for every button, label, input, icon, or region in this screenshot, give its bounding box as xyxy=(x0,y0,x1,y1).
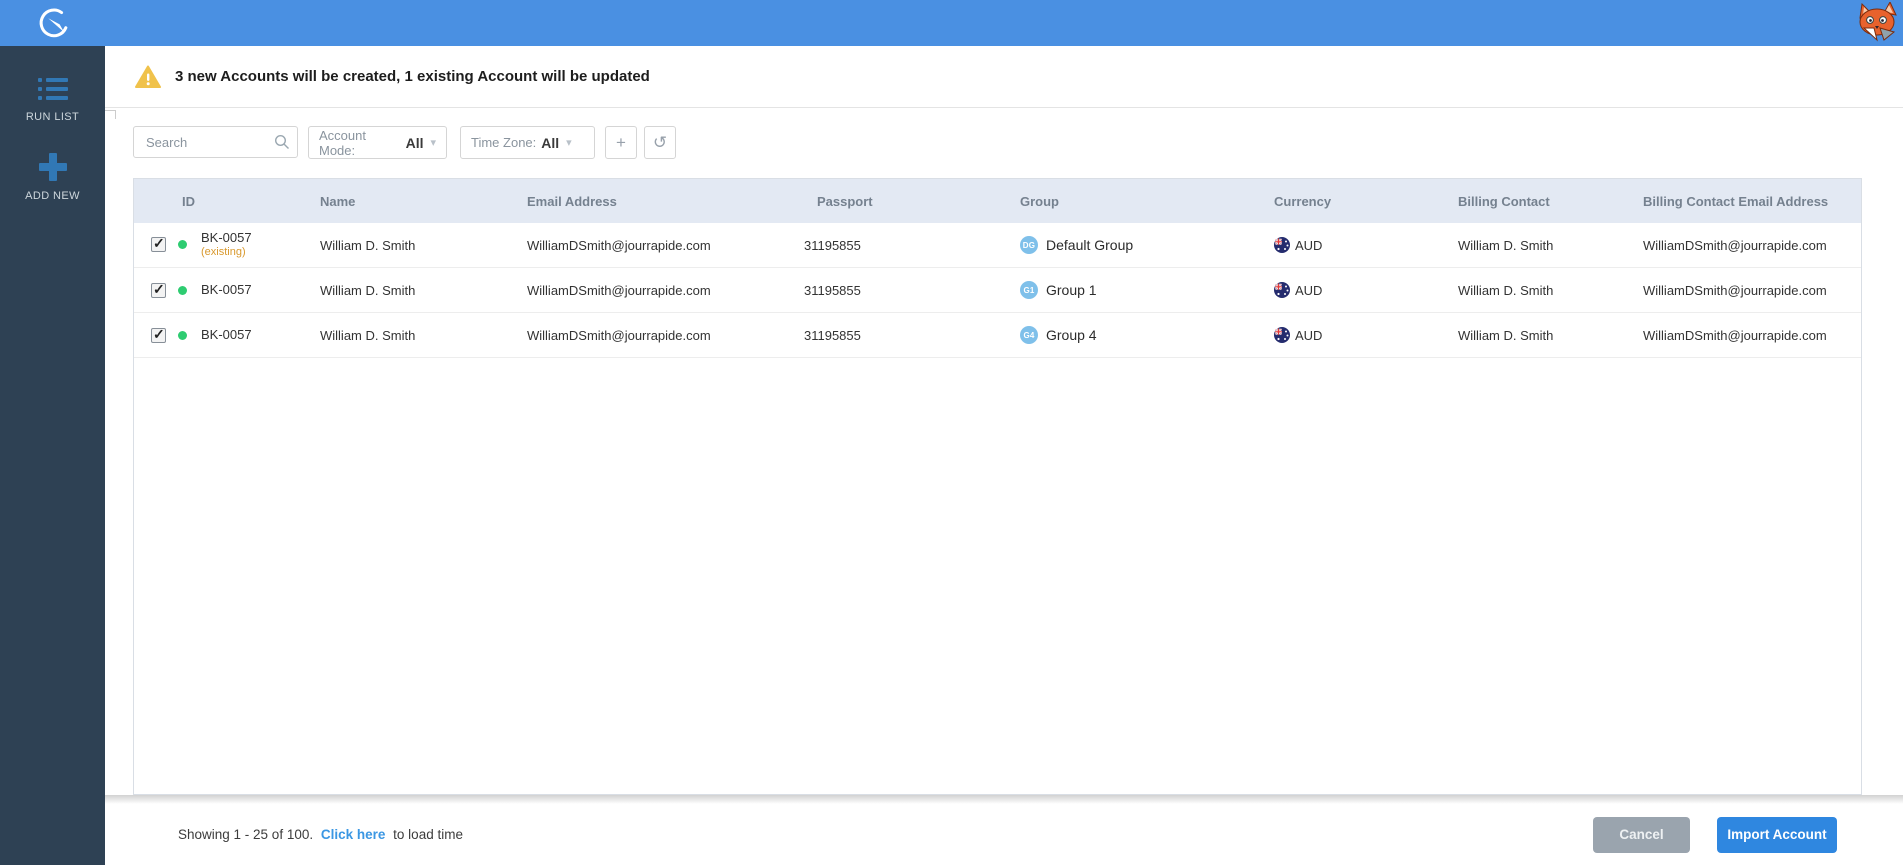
app-logo[interactable] xyxy=(0,0,105,46)
warning-bar: 3 new Accounts will be created, 1 existi… xyxy=(105,46,1903,108)
account-passport: 31195855 xyxy=(804,237,861,253)
column-header-currency: Currency xyxy=(1274,193,1332,209)
pagination-status: Showing 1 - 25 of 100. Click here to loa… xyxy=(178,827,463,842)
search-field-wrap xyxy=(133,126,298,158)
accounts-table: ID Name Email Address Passport Group Cur… xyxy=(133,178,1862,795)
account-email: WilliamDSmith@jourrapide.com xyxy=(527,237,711,253)
sidebar-item-run-list[interactable]: RUN LIST xyxy=(0,76,105,123)
status-dot-green xyxy=(178,330,187,340)
australia-flag-icon xyxy=(1274,282,1290,298)
sidebar: RUN LIST ADD NEW xyxy=(0,0,105,865)
group-badge: DG xyxy=(1020,236,1038,254)
time-zone-value: All xyxy=(541,134,560,151)
app-logo-icon xyxy=(39,8,67,38)
run-list-icon xyxy=(37,76,68,102)
panel-corner-divider xyxy=(105,110,116,119)
warning-message: 3 new Accounts will be created, 1 existi… xyxy=(175,68,650,85)
account-email: WilliamDSmith@jourrapide.com xyxy=(527,327,711,343)
filter-toolbar: Account Mode: All ▾ Time Zone: All ▾ + ↺ xyxy=(133,126,683,160)
reset-filters-button[interactable]: ↺ xyxy=(644,126,676,159)
group-badge: G1 xyxy=(1020,281,1038,299)
footer-top-shadow xyxy=(105,795,1903,804)
billing-contact-email: WilliamDSmith@jourrapide.com xyxy=(1643,327,1827,343)
account-id: BK-0057 xyxy=(201,281,252,297)
currency-code: AUD xyxy=(1295,327,1323,343)
account-name: William D. Smith xyxy=(320,282,416,298)
showing-text: Showing 1 - 25 of 100. xyxy=(178,827,314,842)
account-name: William D. Smith xyxy=(320,327,416,343)
status-dot-green xyxy=(178,240,187,250)
account-passport: 31195855 xyxy=(804,282,861,298)
account-id-note: (existing) xyxy=(201,246,246,259)
account-id: BK-0057 xyxy=(201,326,252,342)
account-email: WilliamDSmith@jourrapide.com xyxy=(527,282,711,298)
account-passport: 31195855 xyxy=(804,327,861,343)
row-checkbox[interactable] xyxy=(151,235,166,253)
account-mode-dropdown[interactable]: Account Mode: All ▾ xyxy=(308,126,447,159)
time-zone-dropdown[interactable]: Time Zone: All ▾ xyxy=(460,126,595,159)
column-header-billing-email: Billing Contact Email Address xyxy=(1643,193,1829,209)
account-mode-label: Account Mode: xyxy=(319,127,366,158)
table-body: BK-0057 (existing) William D. Smith Will… xyxy=(134,223,1861,358)
plus-icon: + xyxy=(616,132,626,152)
billing-contact-email: WilliamDSmith@jourrapide.com xyxy=(1643,282,1827,298)
column-header-billing-contact: Billing Contact xyxy=(1458,193,1550,209)
table-row: BK-0057 (existing) William D. Smith Will… xyxy=(134,223,1861,268)
magnifier-icon xyxy=(274,134,289,149)
table-row: BK-0057 William D. Smith WilliamDSmith@j… xyxy=(134,313,1861,358)
account-name: William D. Smith xyxy=(320,237,416,253)
chevron-down-icon: ▾ xyxy=(566,137,572,149)
chevron-down-icon: ▾ xyxy=(430,137,436,149)
australia-flag-icon xyxy=(1274,237,1290,253)
footer-bar: Showing 1 - 25 of 100. Click here to loa… xyxy=(105,795,1903,865)
table-row: BK-0057 William D. Smith WilliamDSmith@j… xyxy=(134,268,1861,313)
billing-contact: William D. Smith xyxy=(1458,237,1554,253)
sidebar-item-label: ADD NEW xyxy=(25,190,80,202)
reset-icon: ↺ xyxy=(652,132,668,152)
account-mode-value: All xyxy=(405,134,424,151)
column-header-name: Name xyxy=(320,193,356,209)
currency-code: AUD xyxy=(1295,282,1323,298)
import-account-button[interactable]: Import Account xyxy=(1717,816,1837,853)
billing-contact: William D. Smith xyxy=(1458,282,1554,298)
sidebar-item-label: RUN LIST xyxy=(25,111,80,123)
australia-flag-icon xyxy=(1274,327,1290,343)
warning-triangle-icon xyxy=(135,65,161,88)
billing-contact: William D. Smith xyxy=(1458,327,1554,343)
row-checkbox[interactable] xyxy=(151,281,166,298)
top-bar xyxy=(0,0,1903,46)
column-header-passport: Passport xyxy=(817,193,873,209)
fox-mascot-image xyxy=(1859,2,1897,42)
group-name: Default Group xyxy=(1046,237,1134,253)
load-time-suffix: to load time xyxy=(393,827,463,842)
group-badge: G4 xyxy=(1020,326,1038,344)
group-name: Group 1 xyxy=(1046,282,1097,298)
time-zone-label: Time Zone: xyxy=(471,135,537,150)
load-time-link[interactable]: Click here xyxy=(321,827,386,842)
column-header-id: ID xyxy=(182,193,195,209)
row-checkbox[interactable] xyxy=(151,326,166,343)
add-filter-button[interactable]: + xyxy=(605,126,637,159)
currency-code: AUD xyxy=(1295,237,1323,253)
add-new-plus-icon xyxy=(38,153,67,181)
cancel-button[interactable]: Cancel xyxy=(1593,816,1690,853)
sidebar-item-add-new[interactable]: ADD NEW xyxy=(0,153,105,202)
status-dot-green xyxy=(178,285,187,295)
table-header-row: ID Name Email Address Passport Group Cur… xyxy=(134,179,1861,223)
account-id: BK-0057 xyxy=(201,230,252,246)
column-header-group: Group xyxy=(1020,193,1059,209)
billing-contact-email: WilliamDSmith@jourrapide.com xyxy=(1643,237,1827,253)
column-header-email: Email Address xyxy=(527,193,617,209)
group-name: Group 4 xyxy=(1046,327,1097,343)
